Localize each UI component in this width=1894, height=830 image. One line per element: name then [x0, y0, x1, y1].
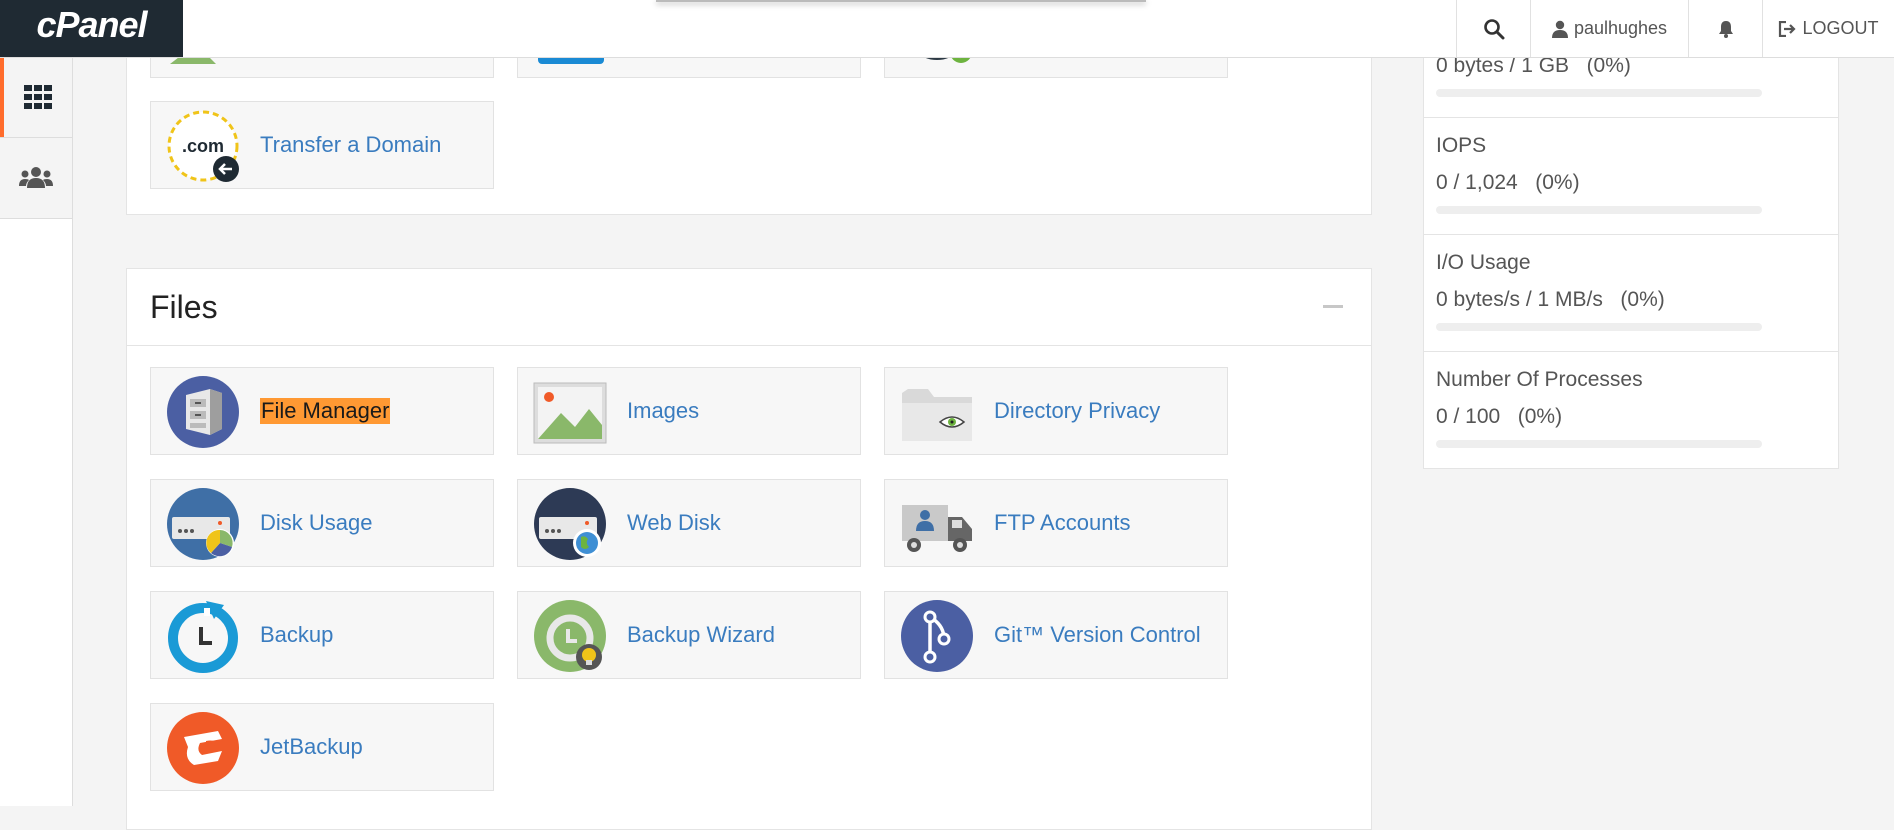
- disk-usage-icon: [167, 488, 239, 560]
- statistics-panel: 0 bytes / 1 GB (0%) IOPS 0 / 1,024 (0%) …: [1423, 40, 1839, 469]
- username: paulhughes: [1573, 18, 1668, 38]
- grid-icon: [24, 85, 52, 109]
- svg-text:.com: .com: [182, 136, 224, 156]
- tile-directory-privacy[interactable]: Directory Privacy: [884, 367, 1228, 455]
- stat-name: Number Of Processes: [1436, 368, 1643, 391]
- directory-privacy-icon: [902, 389, 972, 441]
- files-panel-header: Files: [127, 269, 1371, 346]
- collapse-button[interactable]: [1323, 305, 1343, 308]
- search-button[interactable]: [1456, 0, 1530, 57]
- tile-label: Images: [627, 398, 700, 423]
- tile-git-version-control[interactable]: Git™ Version Control: [884, 591, 1228, 679]
- stat-number-of-processes: Number Of Processes 0 / 100 (0%): [1423, 352, 1839, 469]
- stat-progress-bar: [1436, 89, 1762, 97]
- tile-disk-usage[interactable]: Disk Usage: [150, 479, 494, 567]
- git-icon: [901, 600, 973, 672]
- jetbackup-icon: [167, 712, 239, 784]
- tile-jetbackup[interactable]: JetBackup: [150, 703, 494, 791]
- stat-progress-bar: [1436, 440, 1762, 448]
- ftp-accounts-icon: [902, 505, 972, 552]
- tile-ftp-accounts[interactable]: FTP Accounts: [884, 479, 1228, 567]
- tile-label: Git™ Version Control: [994, 622, 1201, 647]
- tile-label: Backup: [260, 622, 334, 647]
- backup-icon: [168, 601, 238, 673]
- brand-name: cPanel: [36, 3, 147, 45]
- stat-io-usage: I/O Usage 0 bytes/s / 1 MB/s (0%): [1423, 235, 1839, 352]
- logout-label: LOGOUT: [1802, 18, 1879, 38]
- stat-value: 0 / 1,024 (0%): [1436, 171, 1580, 194]
- tile-label: Directory Privacy: [994, 398, 1161, 423]
- file-manager-icon: [167, 376, 239, 448]
- stat-iops: IOPS 0 / 1,024 (0%): [1423, 118, 1839, 235]
- backup-wizard-icon: [534, 600, 606, 672]
- notifications-button[interactable]: [1688, 0, 1762, 57]
- tile-label: FTP Accounts: [994, 510, 1131, 535]
- tile-label: Transfer a Domain: [260, 132, 442, 157]
- user-menu[interactable]: paulhughes: [1530, 0, 1688, 57]
- tile-web-disk[interactable]: Web Disk: [517, 479, 861, 567]
- sidebar-item-users[interactable]: [0, 137, 72, 219]
- sidebar-item-tools[interactable]: [0, 57, 72, 137]
- left-sidebar: [0, 57, 73, 806]
- top-header: cPanel paulhughes LOGOUT: [0, 0, 1894, 58]
- stat-progress-bar: [1436, 323, 1762, 331]
- panel-title: Files: [150, 289, 218, 325]
- tile-transfer-a-domain[interactable]: .com Transfer a Domain: [150, 101, 494, 189]
- tile-images[interactable]: Images: [517, 367, 861, 455]
- files-panel: Files File Manager Images Directory Priv…: [126, 268, 1372, 830]
- stat-value: 0 / 100 (0%): [1436, 405, 1563, 428]
- transfer-domain-icon: .com: [167, 110, 239, 182]
- tile-file-manager[interactable]: File Manager: [150, 367, 494, 455]
- tile-backup[interactable]: Backup: [150, 591, 494, 679]
- tile-label: JetBackup: [260, 734, 363, 759]
- overlay-edge: [656, 0, 1146, 2]
- stat-name: I/O Usage: [1436, 251, 1531, 274]
- logout-icon: [1779, 20, 1797, 37]
- stat-progress-bar: [1436, 206, 1762, 214]
- web-disk-icon: [534, 488, 606, 560]
- search-icon: [1483, 18, 1504, 39]
- images-icon: [533, 382, 607, 444]
- tile-label: Web Disk: [627, 510, 721, 535]
- cpanel-logo[interactable]: cPanel: [0, 0, 183, 57]
- tile-label: Disk Usage: [260, 510, 373, 535]
- bell-icon: [1718, 20, 1733, 38]
- users-icon: [19, 167, 53, 188]
- tile-label: File Manager: [260, 398, 391, 424]
- tile-backup-wizard[interactable]: Backup Wizard: [517, 591, 861, 679]
- user-icon: [1551, 20, 1568, 38]
- logout-button[interactable]: LOGOUT: [1762, 0, 1894, 57]
- header-actions: paulhughes LOGOUT: [1456, 0, 1894, 57]
- stat-name: IOPS: [1436, 134, 1487, 157]
- tile-label: Backup Wizard: [627, 622, 775, 647]
- stat-value: 0 bytes/s / 1 MB/s (0%): [1436, 288, 1665, 311]
